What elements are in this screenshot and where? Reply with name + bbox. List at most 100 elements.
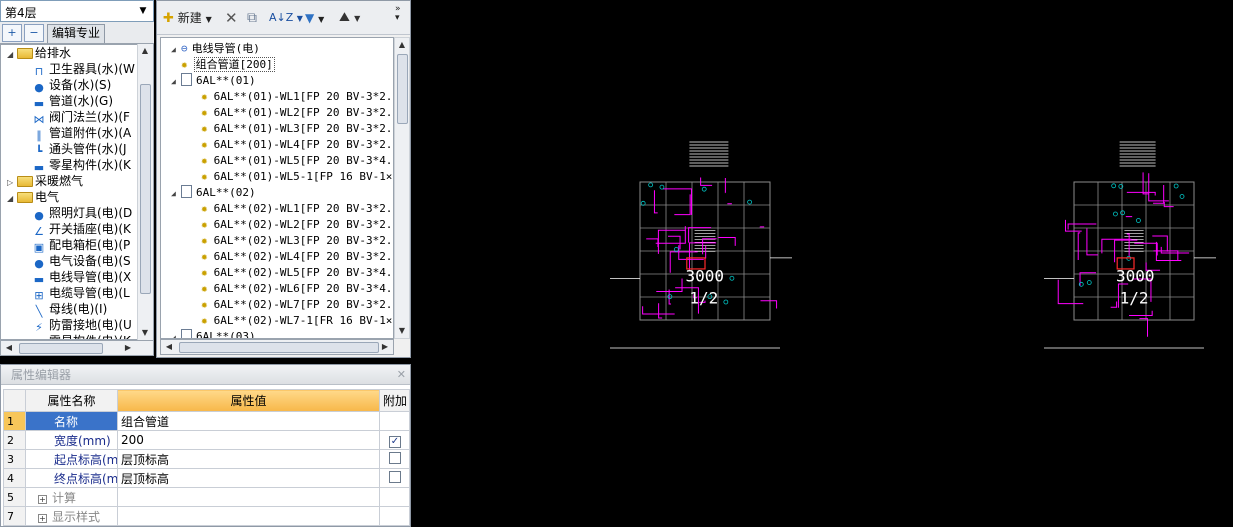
tree-item[interactable]: ▬ 电线导管(电)(X [31,269,131,286]
component-tree-item[interactable]: ✹ 6AL**(02)-WL6[FP 20 BV-3*4. [201,281,392,297]
component-tree-item[interactable]: ✹ 6AL**(02)-WL4[FP 20 BV-3*2. [201,249,392,265]
scroll-left-arrow-icon[interactable]: ◀ [162,340,176,354]
left-tree-vertical-scrollbar[interactable]: ▲ ▼ [137,44,153,340]
collapse-all-button[interactable]: − [24,24,44,42]
property-row[interactable]: 1 名称 组合管道 [3,411,410,431]
property-value[interactable]: 200 [117,430,380,450]
property-row[interactable]: 7 + 显示样式 [3,506,410,526]
tree-item[interactable]: ⊞ 电缆导管(电)(L [31,285,129,302]
component-tree-item[interactable]: ✹ 组合管道[200] [181,57,275,73]
scrollbar-thumb[interactable] [19,343,103,354]
component-tree-item[interactable]: ✹ 6AL**(01)-WL3[FP 20 BV-3*2. [201,121,392,137]
property-value[interactable]: 层顶标高 [117,468,380,488]
component-tree-item[interactable]: ✹ 6AL**(01)-WL1[FP 20 BV-3*2. [201,89,392,105]
property-value[interactable] [117,506,380,526]
property-row[interactable]: 4 终点标高(m) 层顶标高 [3,468,410,488]
scrollbar-thumb[interactable] [140,84,151,294]
expanded-arrow-icon[interactable]: ◢ [7,191,17,207]
component-tree-item[interactable]: ✹ 6AL**(01)-WL5[FP 20 BV-3*4. [201,153,392,169]
floor-select[interactable]: 第4层 ▼ [0,0,154,22]
new-button[interactable]: ✚ 新建 ▼ [163,9,212,27]
property-extra-cell[interactable] [379,468,410,488]
component-tree-item[interactable]: ✹ 6AL**(01)-WL4[FP 20 BV-3*2. [201,137,392,153]
component-tree-item-label: 6AL**(02)-WL5[FP 20 BV-3*4. [213,266,393,279]
scroll-right-arrow-icon[interactable]: ▶ [121,341,135,355]
tree-folder[interactable]: ◢ 给排水 [7,45,71,61]
extra-checkbox[interactable] [389,451,401,464]
component-tree-item[interactable]: ◢ 6AL**(03) [171,329,256,338]
expanded-arrow-icon[interactable]: ◢ [171,42,181,58]
scroll-up-arrow-icon[interactable]: ▲ [395,38,409,52]
expand-plus-icon[interactable]: + [38,513,47,523]
component-tree-item[interactable]: ◢ 6AL**(01) [171,73,256,89]
component-tree-item[interactable]: ◢ 6AL**(02) [171,185,256,201]
left-tree-horizontal-scrollbar[interactable]: ◀ ▶ [0,340,154,356]
component-tree-item[interactable]: ✹ 6AL**(02)-WL7[FP 20 BV-3*2. [201,297,392,313]
tree-item[interactable]: ⊓ 卫生器具(水)(W [31,61,135,78]
mid-tree-horizontal-scrollbar[interactable]: ◀ ▶ [160,339,394,355]
find-button[interactable]: ⛰ ▼ [339,9,360,27]
tree-item[interactable]: ⋈ 阀门法兰(水)(F [31,109,130,126]
property-extra-cell[interactable] [379,449,410,469]
expanded-arrow-icon[interactable]: ◢ [171,74,181,90]
tree-item[interactable]: ▣ 配电箱柜(电)(P [31,237,131,254]
mid-tree-vertical-scrollbar[interactable]: ▲ ▼ [394,37,410,339]
expanded-arrow-icon[interactable]: ◢ [171,186,181,202]
scrollbar-thumb[interactable] [179,342,379,353]
expand-plus-icon[interactable]: + [38,494,47,504]
tree-item[interactable]: ● 照明灯具(电)(D [31,205,132,222]
tree-item[interactable]: ╲ 母线(电)(I) [31,301,108,318]
toolbar-overflow-icon[interactable]: » ▾ [395,5,401,23]
scroll-down-arrow-icon[interactable]: ▼ [395,324,409,338]
component-tree-item[interactable]: ✹ 6AL**(02)-WL1[FP 20 BV-3*2. [201,201,392,217]
tree-item[interactable]: ● 电气设备(电)(S [31,253,130,270]
property-group-name[interactable]: + 显示样式 [25,506,118,526]
drawing-canvas[interactable]: 3000 1/2 3000 1/2 [414,0,1233,527]
scroll-down-arrow-icon[interactable]: ▼ [138,326,152,340]
extra-checkbox[interactable]: ✓ [389,435,401,448]
tree-item[interactable]: ∥ 管道附件(水)(A [31,125,131,142]
component-tree-item[interactable]: ✹ 6AL**(02)-WL3[FP 20 BV-3*2. [201,233,392,249]
expanded-arrow-icon[interactable]: ◢ [7,47,17,63]
delete-icon[interactable]: ✕ [225,9,238,27]
component-tree-item[interactable]: ✹ 6AL**(02)-WL2[FP 20 BV-3*2. [201,217,392,233]
component-type-tree[interactable]: ◢ 给排水 ⊓ 卫生器具(水)(W ● 设备(水)(S) ▬ 管道(水)(G) ⋈ 阀门法兰(水)… [0,44,154,340]
tree-folder[interactable]: ◢ 电气 [7,189,59,205]
component-tree-item[interactable]: ✹ 6AL**(02)-WL5[FP 20 BV-3*4. [201,265,392,281]
filter-button[interactable]: ▼ ▼ [305,9,324,27]
property-value[interactable]: 组合管道 [117,411,380,431]
component-instance-tree[interactable]: ◢ ⊖ 电线导管(电) ✹ 组合管道[200] ◢ 6AL**(01) ✹ 6AL**(01)-… [160,37,394,339]
chevron-down-icon[interactable]: ▼ [135,3,151,19]
component-tree-item[interactable]: ◢ ⊖ 电线导管(电) [171,41,260,57]
scrollbar-thumb[interactable] [397,54,408,124]
property-extra-cell[interactable]: ✓ [379,430,410,450]
property-group-name[interactable]: + 计算 [25,487,118,507]
property-row[interactable]: 2 宽度(mm) 200 ✓ [3,430,410,450]
tree-item[interactable]: ┗ 通头管件(水)(J [31,141,127,158]
scroll-right-arrow-icon[interactable]: ▶ [378,340,392,354]
tree-item-label: 零星构件(水)(K [49,158,131,172]
expanded-arrow-icon[interactable]: ◢ [171,330,181,338]
extra-checkbox[interactable] [389,470,401,483]
scroll-up-arrow-icon[interactable]: ▲ [138,44,152,58]
tree-item[interactable]: ∠ 开关插座(电)(K [31,221,131,238]
tree-item[interactable]: ● 设备(水)(S) [31,77,111,94]
component-tree-item[interactable]: ✹ 6AL**(01)-WL5-1[FP 16 BV-1× [201,169,392,185]
property-value[interactable]: 层顶标高 [117,449,380,469]
copy-icon[interactable]: ⧉ [247,9,257,27]
tree-item[interactable]: ▬ 零星构件(水)(K [31,157,131,174]
expand-all-button[interactable]: + [2,24,22,42]
property-row[interactable]: 3 起点标高(m) 层顶标高 [3,449,410,469]
property-row[interactable]: 5 + 计算 [3,487,410,507]
component-tree-item[interactable]: ✹ 6AL**(02)-WL7-1[FR 16 BV-1× [201,313,392,329]
close-icon[interactable]: ✕ [397,365,406,385]
tree-folder[interactable]: ▷ 采暖燃气 [7,173,83,189]
tree-item[interactable]: ⚡ 防雷接地(电)(U [31,317,132,334]
tree-item[interactable]: ▬零星构件(电)(K [31,333,131,339]
tree-item[interactable]: ▬ 管道(水)(G) [31,93,113,110]
sort-button[interactable]: A↓Z ▼ [269,9,303,27]
edit-specialty-button[interactable]: 编辑专业 [47,24,106,43]
component-tree-item[interactable]: ✹ 6AL**(01)-WL2[FP 20 BV-3*2. [201,105,392,121]
scroll-left-arrow-icon[interactable]: ◀ [2,341,16,355]
property-value[interactable] [117,487,380,507]
